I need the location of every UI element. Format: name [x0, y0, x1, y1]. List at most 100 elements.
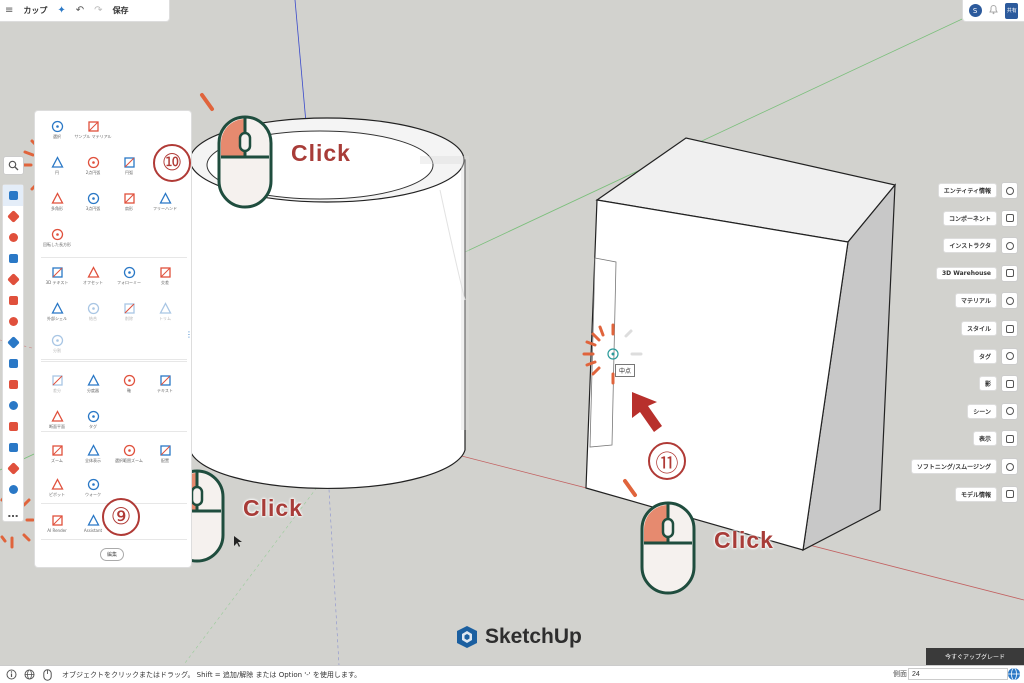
walk-item[interactable]: ウォーク: [75, 469, 111, 505]
dimension-tool[interactable]: [3, 479, 23, 500]
globe-icon[interactable]: [22, 668, 36, 682]
globe-settings-icon[interactable]: [1007, 667, 1021, 681]
tool-label: ピボット: [49, 492, 65, 497]
rotated-rectangle-item[interactable]: 回転した長方形: [39, 219, 75, 255]
step-11-badge: ⑪: [648, 442, 686, 480]
zoom-extents-tool[interactable]: [3, 437, 23, 458]
rotate-icon: [8, 317, 18, 326]
scale-tool[interactable]: [3, 332, 23, 353]
look-around-item[interactable]: ピボット: [39, 469, 75, 505]
pie-icon: [123, 190, 136, 204]
rectangle-tool[interactable]: [3, 248, 23, 269]
ai-render-icon: [51, 512, 64, 526]
section-plane-item[interactable]: 断面平面: [39, 401, 75, 437]
difference-item[interactable]: 差分: [39, 365, 75, 401]
select-tool[interactable]: [3, 185, 23, 206]
search-button[interactable]: [3, 156, 24, 175]
share-button[interactable]: 共有: [1005, 2, 1019, 19]
polygon-item[interactable]: 多角形: [39, 183, 75, 219]
paint-tool[interactable]: [3, 353, 23, 374]
text-item[interactable]: テキスト: [147, 365, 183, 401]
notification-icon[interactable]: [987, 4, 1000, 17]
tray-label: マテリアル: [955, 293, 997, 309]
split-item[interactable]: 分割: [39, 325, 75, 361]
click-label-right: Click: [714, 527, 774, 553]
tool-label: オフセット: [83, 280, 103, 285]
measurements-input[interactable]: [908, 668, 1008, 680]
model-info-icon: [1001, 485, 1018, 503]
upgrade-button[interactable]: 今すぐアップグレード: [926, 648, 1024, 665]
position-camera-icon: [159, 442, 172, 456]
tray-item-materials[interactable]: マテリアル: [955, 291, 1018, 310]
union-icon: [87, 300, 100, 315]
follow-me-item[interactable]: フォローミー: [111, 257, 147, 293]
edit-button[interactable]: 編集: [100, 548, 124, 561]
click-label-left: Click: [243, 495, 303, 521]
undo-icon[interactable]: ↶: [71, 0, 89, 22]
tray-item-components[interactable]: コンポーネント: [942, 209, 1018, 228]
look-around-icon: [50, 476, 64, 490]
shadows-icon: [1001, 375, 1018, 393]
tray-item-entity-info[interactable]: エンティティ情報: [937, 181, 1018, 200]
pencil-tool[interactable]: [3, 227, 23, 248]
tray-item-instructor[interactable]: インストラクタ: [943, 236, 1018, 255]
tape-tool[interactable]: [3, 395, 23, 416]
rectangle-icon: [8, 254, 18, 263]
redo-icon[interactable]: ↷: [89, 0, 107, 22]
menu-icon[interactable]: ≡: [0, 0, 18, 22]
info-icon[interactable]: [4, 668, 18, 682]
trim-item[interactable]: トリム: [147, 293, 183, 329]
tray-item-tags[interactable]: タグ: [972, 347, 1018, 366]
save-button[interactable]: 保存: [108, 0, 134, 22]
move-tool[interactable]: [3, 290, 23, 311]
union-item[interactable]: 結合: [75, 293, 111, 329]
orbit-tool[interactable]: [3, 374, 23, 395]
select-tool-item[interactable]: 選択: [39, 111, 75, 147]
3-point-arc-item[interactable]: 3点円弧: [75, 183, 111, 219]
zoom-item[interactable]: ズーム: [39, 435, 75, 471]
2-point-arc-item[interactable]: 2点円弧: [75, 147, 111, 183]
tag-icon: [87, 408, 100, 423]
ai-render-item[interactable]: AI Render: [39, 505, 75, 541]
sparkle-icon[interactable]: ✦: [52, 0, 70, 22]
protractor-item[interactable]: 分度器: [75, 365, 111, 401]
freehand-item[interactable]: フリーハンド: [147, 183, 183, 219]
axes-item[interactable]: 軸: [111, 365, 147, 401]
section-tool[interactable]: [3, 458, 23, 479]
model-title[interactable]: カップ: [18, 0, 52, 22]
offset-icon: [86, 264, 100, 278]
tray-label: 3D Warehouse: [935, 266, 997, 280]
more-tools-button[interactable]: …: [3, 500, 23, 526]
walk-tool[interactable]: [3, 416, 23, 437]
outer-shell-item[interactable]: 外部シェル: [39, 293, 75, 329]
subtract-item[interactable]: 削除: [111, 293, 147, 329]
eraser-tool[interactable]: [3, 206, 23, 227]
tray-item-display[interactable]: 表示: [972, 429, 1018, 448]
tool-label: フリーハンド: [153, 206, 177, 211]
circle-item[interactable]: 円: [39, 147, 75, 183]
pie-item[interactable]: 扇形: [111, 183, 147, 219]
tool-label: 円弧: [125, 170, 133, 175]
arc-item[interactable]: 円弧: [111, 147, 147, 183]
sample-material-item[interactable]: サンプル マテリアル: [74, 111, 112, 147]
tray-item-shadows[interactable]: 影: [978, 374, 1018, 393]
tray-item-styles[interactable]: スタイル: [960, 319, 1018, 338]
zoom-window-item[interactable]: 選択範囲ズーム: [111, 435, 147, 471]
tray-item-soften-smooth[interactable]: ソフトニング/スムージング: [910, 457, 1018, 476]
push-pull-tool[interactable]: [3, 269, 23, 290]
intersect-item[interactable]: 交差: [147, 257, 183, 293]
rotate-tool[interactable]: [3, 311, 23, 332]
tray-item-scenes[interactable]: シーン: [967, 402, 1018, 421]
3d-text-item[interactable]: 3D テキスト: [39, 257, 75, 293]
scenes-icon: [1001, 402, 1018, 420]
scale-icon: [6, 336, 20, 349]
tag-item[interactable]: タグ: [75, 401, 111, 437]
panel-resize-handle[interactable]: ⋮: [185, 331, 193, 347]
zoom-extents-item[interactable]: 全体表示: [75, 435, 111, 471]
avatar[interactable]: S: [968, 4, 982, 17]
tray-item-3d-warehouse[interactable]: 3D Warehouse: [935, 264, 1018, 283]
offset-item[interactable]: オフセット: [75, 257, 111, 293]
tray-item-model-info[interactable]: モデル情報: [954, 485, 1018, 504]
position-camera-item[interactable]: 配置: [147, 435, 183, 471]
tray-label: エンティティ情報: [937, 183, 997, 198]
